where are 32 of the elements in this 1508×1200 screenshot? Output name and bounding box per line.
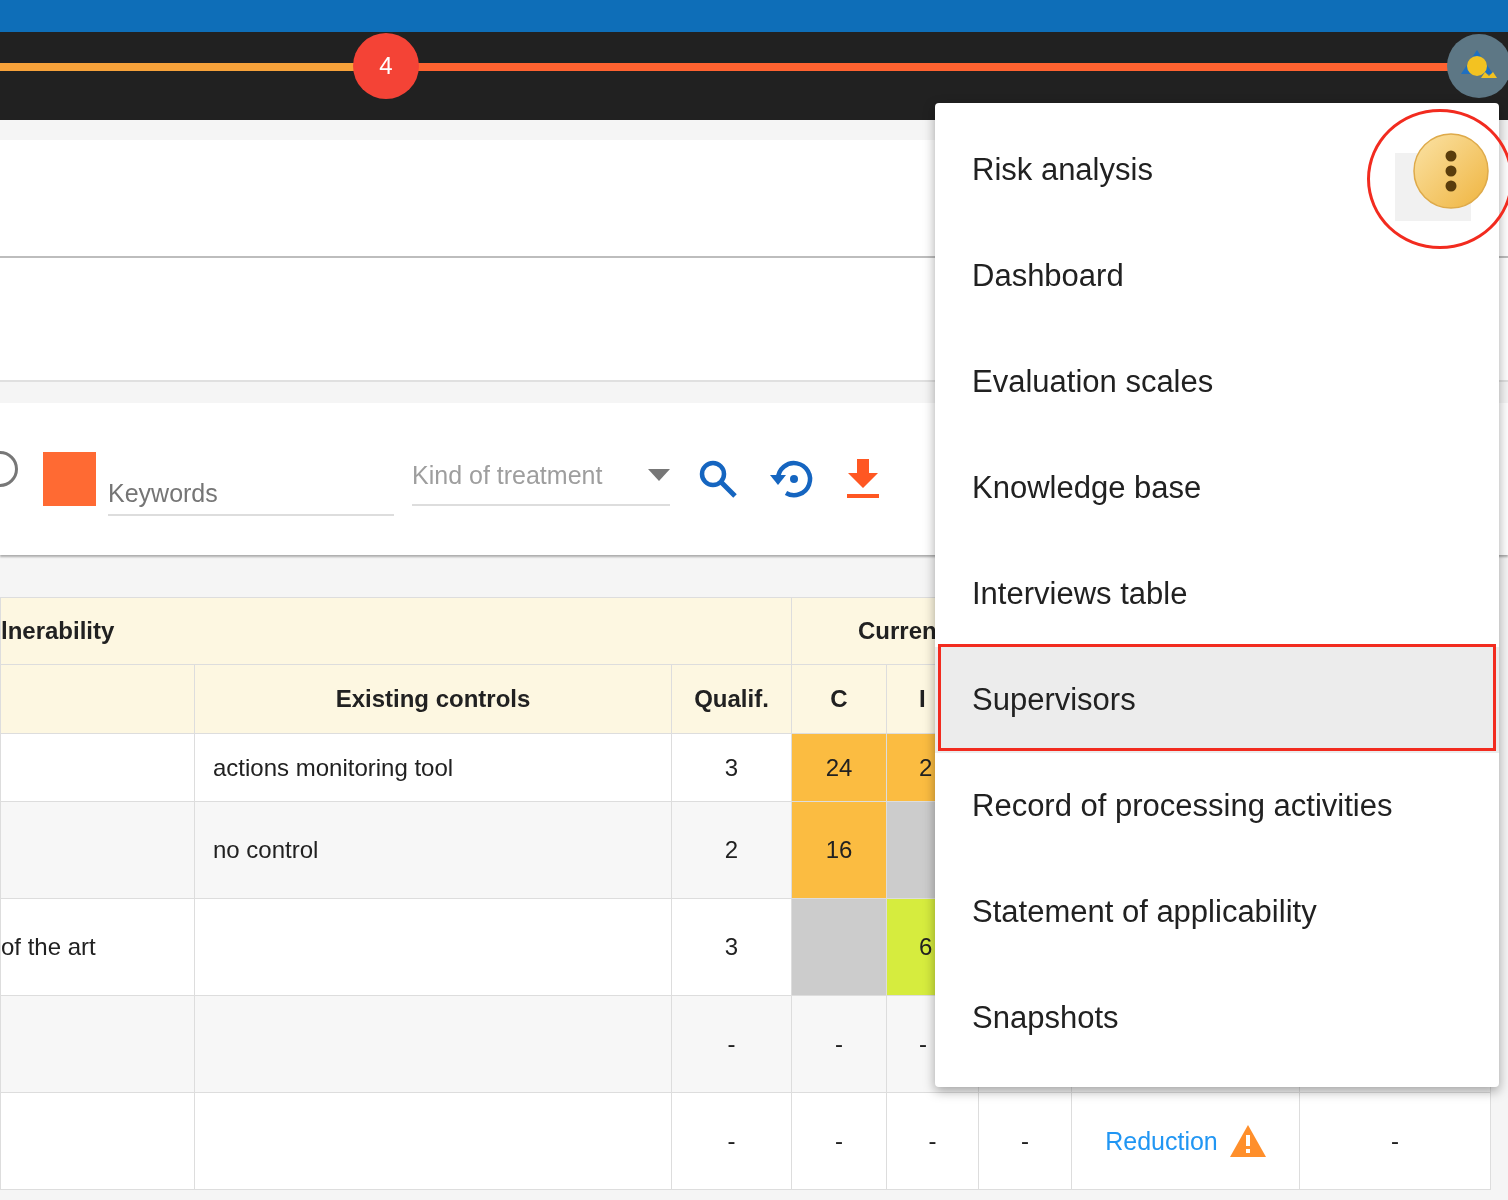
step-badge: 4 [352,33,419,99]
table-cell: actions monitoring tool [194,733,672,802]
menu-item[interactable]: Risk analysis [935,117,1499,223]
table-cell: - [791,995,887,1093]
table-cell: - [671,1092,792,1190]
keywords-field[interactable]: Keywords [108,466,394,516]
search-icon[interactable] [698,459,738,499]
group-header: lnerability [0,597,792,665]
table-cell: - [791,1092,887,1190]
table-cell: 3 [671,898,792,996]
table-cell: - [1299,1092,1491,1190]
table-cell: no control [194,801,672,899]
table-cell: - [671,995,792,1093]
column-header: Qualif. [671,664,792,734]
table-cell: 16 [791,801,887,899]
menu-item[interactable]: Dashboard [935,223,1499,329]
column-header: Existing controls [194,664,672,734]
download-icon[interactable] [846,459,880,499]
menu-item[interactable]: Knowledge base [935,435,1499,541]
caret-icon [648,469,670,481]
table-cell: 2 [671,801,792,899]
more-icon[interactable] [1413,133,1489,209]
avatar-icon[interactable] [1447,34,1508,98]
table-cell: - [978,1092,1072,1190]
table-cell: 24 [791,733,887,802]
table-cell: 3 [671,733,792,802]
table-cell: - [886,1092,979,1190]
menu-item[interactable]: Supervisors [935,647,1499,753]
menu-item[interactable]: Evaluation scales [935,329,1499,435]
color-swatch[interactable] [43,452,96,506]
column-header: C [791,664,887,734]
table-cell: of the art [0,898,195,996]
